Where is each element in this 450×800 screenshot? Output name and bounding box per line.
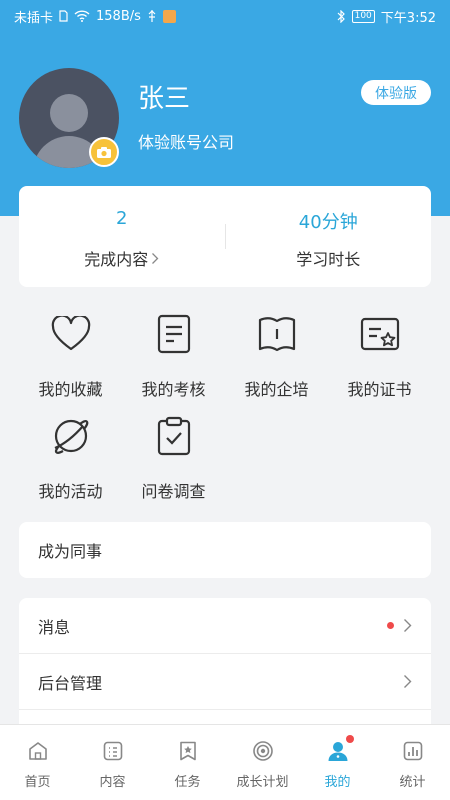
menu-item-label: 后台管理 bbox=[38, 673, 103, 693]
clipboard-check-icon bbox=[154, 414, 194, 458]
content-icon bbox=[101, 739, 125, 763]
stats-card: 2 完成内容 40分钟 学习时长 bbox=[19, 186, 431, 287]
tab-statistics[interactable]: 统计 bbox=[375, 725, 450, 800]
tab-label: 成长计划 bbox=[236, 775, 289, 790]
sim-icon bbox=[59, 10, 68, 22]
grid-item-label: 问卷调查 bbox=[141, 482, 206, 501]
network-speed: 158B/s bbox=[96, 8, 141, 24]
chevron-right-icon bbox=[404, 619, 412, 632]
grid-item-training[interactable]: 我的企培 bbox=[225, 312, 328, 402]
document-icon bbox=[154, 312, 194, 356]
status-bar: 未插卡 158B/s 100 下午3:52 bbox=[0, 0, 450, 32]
chevron-right-icon bbox=[152, 252, 159, 264]
menu-item-label: 消息 bbox=[38, 617, 71, 637]
target-icon bbox=[251, 739, 275, 763]
tab-label: 任务 bbox=[174, 775, 201, 790]
grid-item-label: 我的企培 bbox=[244, 380, 309, 399]
certificate-icon bbox=[360, 312, 400, 356]
menu-item-admin[interactable]: 后台管理 bbox=[19, 654, 431, 710]
carrier-text: 未插卡 bbox=[14, 10, 54, 26]
home-icon bbox=[26, 739, 50, 763]
become-colleague-button[interactable]: 成为同事 bbox=[19, 522, 431, 578]
tab-label: 统计 bbox=[399, 775, 426, 790]
status-time: 下午3:52 bbox=[380, 10, 436, 26]
grid-item-label: 我的收藏 bbox=[38, 380, 103, 399]
become-colleague-label: 成为同事 bbox=[38, 542, 103, 561]
book-icon bbox=[257, 312, 297, 356]
grid-item-assessment[interactable]: 我的考核 bbox=[122, 312, 225, 402]
tab-home[interactable]: 首页 bbox=[0, 725, 75, 800]
user-icon bbox=[326, 739, 350, 763]
grid-item-label: 我的活动 bbox=[38, 482, 103, 501]
stat-label: 学习时长 bbox=[296, 250, 361, 269]
bottom-tab-bar: 首页 内容 任务 成长计划 我的 统计 bbox=[0, 724, 450, 800]
tab-label: 内容 bbox=[99, 775, 126, 790]
usb-icon bbox=[148, 9, 156, 22]
battery-icon: 100 bbox=[351, 9, 375, 23]
tab-task[interactable]: 任务 bbox=[150, 725, 225, 800]
grid-item-label: 我的考核 bbox=[141, 380, 206, 399]
user-company: 体验账号公司 bbox=[138, 133, 235, 152]
wifi-icon bbox=[74, 10, 90, 22]
menu-list: 消息 后台管理 bbox=[19, 598, 431, 738]
tab-label: 首页 bbox=[24, 775, 51, 790]
camera-icon[interactable] bbox=[89, 137, 119, 167]
unread-dot bbox=[387, 622, 394, 629]
tab-growth-plan[interactable]: 成长计划 bbox=[225, 725, 300, 800]
grid-item-activities[interactable]: 我的活动 bbox=[19, 414, 122, 504]
stats-icon bbox=[401, 739, 425, 763]
menu-item-messages[interactable]: 消息 bbox=[19, 598, 431, 654]
shield-icon bbox=[162, 9, 176, 23]
grid-item-certificates[interactable]: 我的证书 bbox=[328, 312, 431, 402]
stat-label: 完成内容 bbox=[84, 250, 149, 269]
planet-icon bbox=[51, 414, 91, 458]
tab-label: 我的 bbox=[324, 775, 351, 790]
tab-content[interactable]: 内容 bbox=[75, 725, 150, 800]
grid-item-survey[interactable]: 问卷调查 bbox=[122, 414, 225, 504]
trial-version-badge[interactable]: 体验版 bbox=[361, 80, 431, 105]
grid-item-favorites[interactable]: 我的收藏 bbox=[19, 312, 122, 402]
task-icon bbox=[176, 739, 200, 763]
heart-icon bbox=[51, 312, 91, 356]
chevron-right-icon bbox=[404, 675, 412, 688]
tab-mine[interactable]: 我的 bbox=[300, 725, 375, 800]
stat-value: 40分钟 bbox=[298, 212, 358, 233]
stat-completed-content[interactable]: 2 完成内容 bbox=[19, 186, 225, 287]
grid-item-label: 我的证书 bbox=[347, 380, 412, 399]
stat-value: 2 bbox=[116, 208, 128, 229]
bluetooth-icon bbox=[337, 9, 345, 23]
stat-study-duration: 40分钟 学习时长 bbox=[226, 186, 432, 287]
user-name: 张三 bbox=[138, 84, 191, 114]
notification-dot bbox=[346, 735, 354, 743]
